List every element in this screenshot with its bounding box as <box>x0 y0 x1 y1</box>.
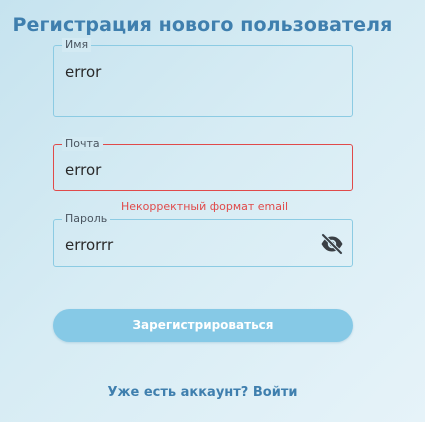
email-field-label: Почта <box>62 137 103 151</box>
name-field-label: Имя <box>62 38 92 52</box>
page-title: Регистрация нового пользователя <box>12 14 393 36</box>
login-link[interactable]: Уже есть аккаунт? Войти <box>0 385 405 400</box>
email-field-value[interactable]: error <box>65 161 101 179</box>
password-field-value[interactable]: errorrr <box>65 236 113 254</box>
register-button[interactable]: Зарегистрироваться <box>53 309 353 342</box>
password-field[interactable]: Пароль errorrr <box>53 212 353 267</box>
password-field-label: Пароль <box>62 212 111 226</box>
email-error-message: Некорректный формат email <box>121 200 289 213</box>
name-field-value[interactable]: error <box>65 63 101 81</box>
name-field[interactable]: Имя error <box>53 38 353 117</box>
email-field[interactable]: Почта error <box>53 137 353 191</box>
eye-off-icon[interactable] <box>320 232 344 256</box>
